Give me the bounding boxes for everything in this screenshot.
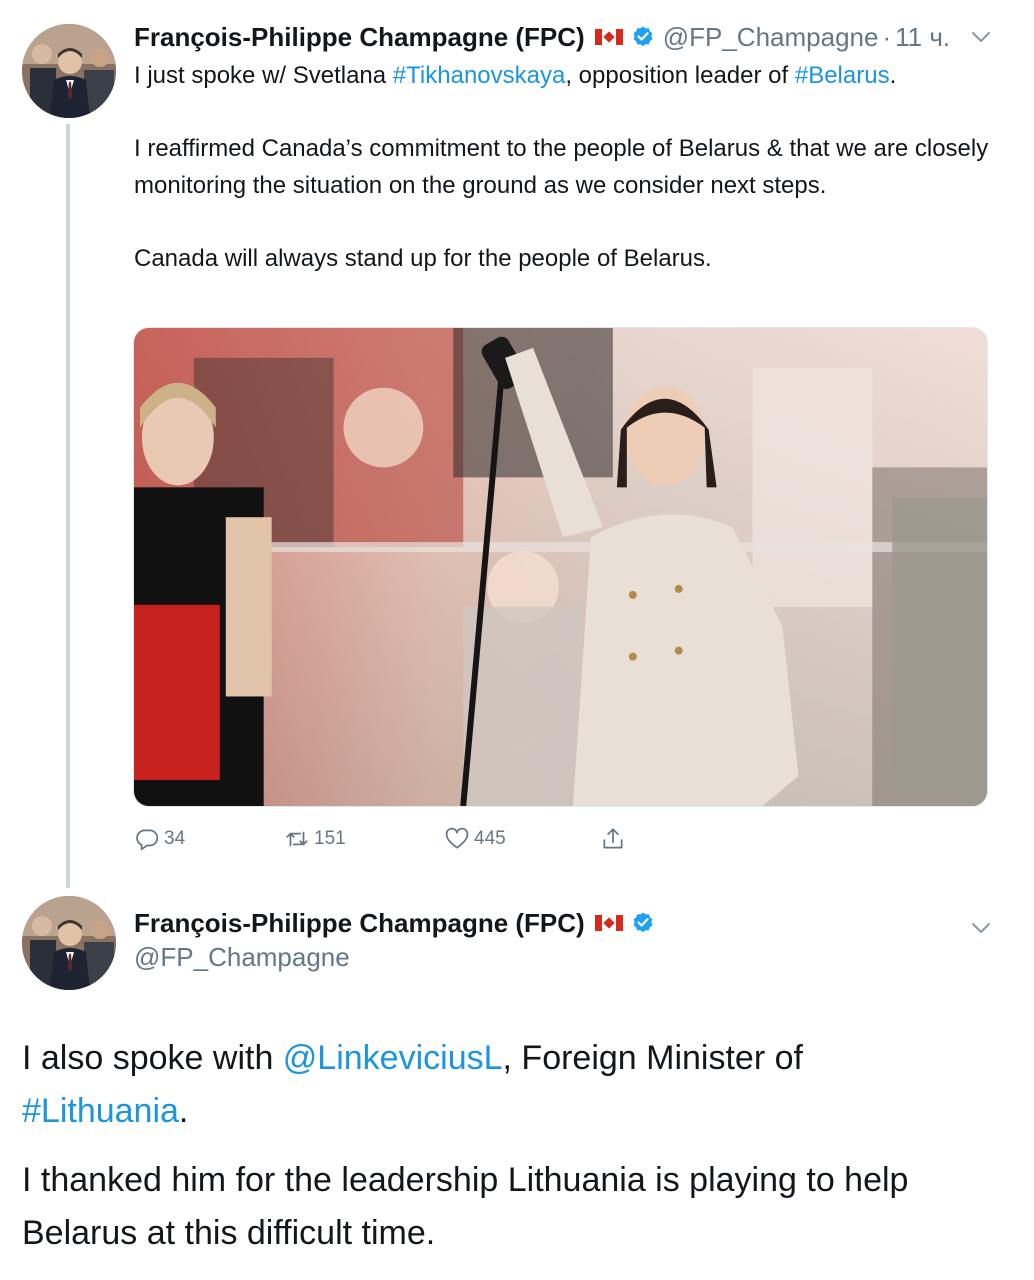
tweet-actions: 34 151 445 — [134, 822, 654, 856]
author-handle[interactable]: @FP_Champagne — [134, 940, 655, 974]
tweet-timestamp[interactable]: 11 ч. — [895, 22, 950, 53]
tweet-body: I also spoke with @LinkeviciusL, Foreign… — [22, 1032, 1012, 1276]
canada-flag-icon — [594, 29, 623, 45]
author-handle[interactable]: @FP_Champagne — [663, 22, 879, 53]
heart-icon — [445, 827, 469, 849]
avatar-photo — [22, 896, 116, 990]
tweet-paragraph-1: I also spoke with @LinkeviciusL, Foreign… — [22, 1032, 1012, 1138]
tweet-body: I just spoke w/ Svetlana #Tikhanovskaya,… — [134, 58, 1004, 277]
thread-connector-line — [66, 124, 70, 888]
share-icon — [603, 828, 623, 849]
separator-dot: · — [882, 21, 892, 52]
chevron-down-icon[interactable] — [970, 26, 992, 48]
verified-badge-icon — [631, 911, 655, 935]
tweet-paragraph-3: Canada will always stand up for the peop… — [134, 244, 712, 272]
reply-icon — [136, 829, 159, 851]
retweet-icon — [286, 831, 308, 847]
text-span: . — [178, 1092, 189, 1130]
tweet-photo[interactable] — [133, 327, 988, 807]
like-count: 445 — [474, 828, 506, 849]
avatar-photo — [22, 24, 116, 118]
tweet-2[interactable]: François-Philippe Champagne (FPC) @FP_Ch… — [0, 890, 1034, 1280]
retweet-button[interactable]: 151 — [284, 822, 346, 856]
text-span: , opposition leader of — [565, 62, 795, 89]
like-button[interactable]: 445 — [444, 822, 506, 856]
share-button[interactable] — [600, 822, 630, 856]
author-avatar[interactable] — [22, 896, 116, 990]
tweet-paragraph-2: I reaffirmed Canada’s commitment to the … — [134, 135, 989, 199]
text-span: I just spoke w/ Svetlana — [134, 62, 393, 89]
retweet-count: 151 — [314, 828, 346, 849]
text-span: , Foreign Minister of — [502, 1039, 803, 1077]
author-name[interactable]: François-Philippe Champagne (FPC) — [134, 22, 585, 53]
hashtag-tikhanovskaya-link[interactable]: #Tikhanovskaya — [393, 62, 566, 89]
tweet-paragraph-1: I just spoke w/ Svetlana #Tikhanovskaya,… — [134, 58, 1004, 95]
author-avatar[interactable] — [22, 24, 116, 118]
verified-badge-icon — [631, 25, 655, 49]
hashtag-lithuania-link[interactable]: #Lithuania — [22, 1092, 179, 1130]
reply-count: 34 — [164, 828, 186, 849]
tweet-header: François-Philippe Champagne (FPC) @FP_Ch… — [134, 19, 950, 55]
reply-button[interactable]: 34 — [134, 822, 185, 856]
hashtag-belarus-link[interactable]: #Belarus — [795, 62, 890, 89]
tweet-header: François-Philippe Champagne (FPC) @FP_Ch… — [134, 906, 655, 974]
mention-linkeviciusl-link[interactable]: @LinkeviciusL — [283, 1039, 503, 1077]
tweet-paragraph-2: I thanked him for the leadership Lithuan… — [22, 1161, 909, 1252]
canada-flag-icon — [594, 915, 623, 931]
text-span: . — [889, 62, 897, 89]
chevron-down-icon[interactable] — [970, 917, 992, 939]
author-name[interactable]: François-Philippe Champagne (FPC) — [134, 906, 585, 940]
rally-photo-image — [134, 328, 987, 806]
tweet-1[interactable]: François-Philippe Champagne (FPC) @FP_Ch… — [0, 0, 1034, 890]
text-span: I also spoke with — [22, 1039, 283, 1077]
